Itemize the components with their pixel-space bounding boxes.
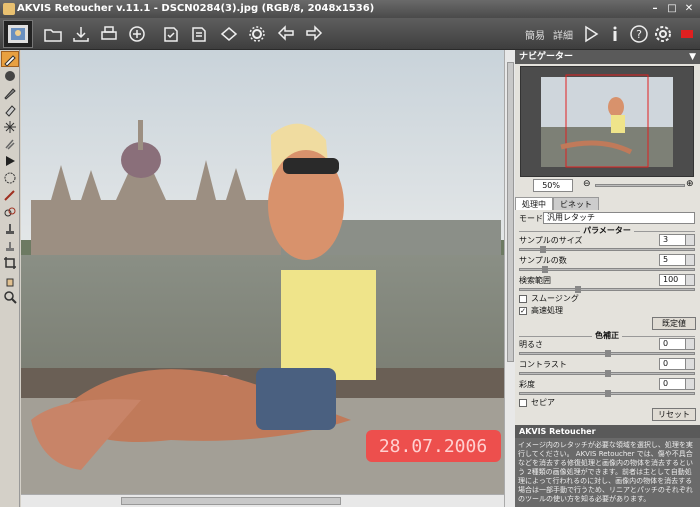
patch-icon[interactable] — [1, 170, 19, 186]
stamp-icon[interactable] — [1, 221, 19, 237]
sample-size-slider[interactable] — [519, 246, 695, 253]
zoom-slider[interactable] — [595, 184, 685, 187]
horizontal-scrollbar[interactable] — [21, 494, 504, 507]
mode-value: 汎用レタッチ — [547, 213, 595, 222]
image-canvas[interactable]: 28.07.2006 — [21, 50, 504, 494]
info-icon[interactable] — [604, 23, 626, 45]
search-range-slider[interactable] — [519, 286, 695, 293]
brightness-input[interactable]: 0 — [659, 338, 695, 350]
print-icon[interactable] — [98, 23, 120, 45]
navigator-title: ナビゲーター — [519, 52, 574, 62]
plugin-icon[interactable] — [218, 23, 240, 45]
mode-label: モード — [519, 214, 543, 223]
akvis-logo — [3, 20, 33, 48]
app-icon — [3, 3, 15, 15]
retouch-brush-icon[interactable] — [1, 51, 19, 67]
brightness-slider[interactable] — [519, 350, 695, 357]
horizontal-scroll-thumb[interactable] — [121, 497, 341, 505]
stamp2-icon[interactable] — [1, 238, 19, 254]
photo-image: 28.07.2006 — [21, 50, 504, 494]
clone-icon[interactable] — [1, 136, 19, 152]
zoom-out-icon[interactable]: ⊖ — [583, 179, 591, 189]
zoom-icon[interactable] — [1, 289, 19, 305]
smoothing-checkbox[interactable]: スムージング — [519, 293, 669, 305]
mode-simple-tab[interactable]: 簡易 — [525, 27, 545, 42]
default-button[interactable]: 既定値 — [652, 317, 696, 330]
redo-arrow-icon[interactable] — [302, 23, 324, 45]
tool-palette — [0, 50, 20, 507]
settings-panel: ナビゲーター ▼ 50% ⊖ ⊕ 処理中 ビネット モード 汎用レタッチ パラメー… — [515, 50, 700, 507]
tab-processing[interactable]: 処理中 — [515, 197, 553, 210]
navigator-header: ナビゲーター ▼ — [515, 50, 700, 64]
settings-gear-icon[interactable] — [246, 23, 268, 45]
saturation-slider[interactable] — [519, 390, 695, 397]
mode-row: モード 汎用レタッチ — [519, 212, 695, 225]
contrast-label: コントラスト — [519, 360, 567, 369]
sample-count-label: サンプルの数 — [519, 256, 567, 265]
tab-vignette[interactable]: ビネット — [553, 197, 599, 210]
collapse-icon[interactable]: ▼ — [689, 50, 696, 64]
navigator-preview[interactable] — [520, 66, 694, 177]
eraser-icon[interactable] — [1, 102, 19, 118]
run-tool-icon[interactable] — [1, 153, 19, 169]
search-range-label: 検索範囲 — [519, 276, 551, 285]
notify-icon[interactable] — [676, 23, 698, 45]
minimize-button[interactable]: – — [648, 2, 662, 15]
batch-icon[interactable] — [160, 23, 182, 45]
preferences-icon[interactable] — [652, 23, 674, 45]
share-icon[interactable] — [126, 23, 148, 45]
smart-tool-icon[interactable] — [1, 204, 19, 220]
title-bar: AKVIS Retoucher v.11.1 - DSCN0284(3).jpg… — [0, 0, 700, 18]
maximize-button[interactable]: □ — [665, 2, 679, 15]
sample-size-label: サンプルのサイズ — [519, 236, 583, 245]
reset-button[interactable]: リセット — [652, 408, 696, 421]
import-icon[interactable] — [188, 23, 210, 45]
zoom-select[interactable]: 50% — [533, 179, 573, 192]
saturation-label: 彩度 — [519, 380, 535, 389]
date-stamp: 28.07.2006 — [379, 436, 487, 457]
vertical-scrollbar[interactable] — [504, 50, 515, 507]
sample-count-slider[interactable] — [519, 266, 695, 273]
close-button[interactable]: ✕ — [682, 2, 696, 15]
fast-processing-checkbox[interactable]: ✓ 高速処理 — [519, 305, 669, 317]
chameleon-icon[interactable] — [1, 187, 19, 203]
sample-size-input[interactable]: 3 — [659, 234, 695, 246]
zoom-row: 50% ⊖ ⊕ — [515, 179, 700, 193]
sepia-checkbox[interactable]: セピア — [519, 397, 669, 409]
help-text: イメージ内のレタッチが必要な領域を選択し、処理を実行してください。 AKVIS … — [515, 438, 700, 507]
magic-wand-icon[interactable] — [1, 119, 19, 135]
save-icon[interactable] — [70, 23, 92, 45]
search-range-input[interactable]: 100 — [659, 274, 695, 286]
vertical-scroll-thumb[interactable] — [507, 62, 514, 362]
mode-select[interactable]: 汎用レタッチ — [543, 212, 695, 224]
sample-count-input[interactable]: 5 — [659, 254, 695, 266]
main-toolbar: 簡易 詳細 ? — [0, 18, 700, 50]
crop-icon[interactable] — [1, 255, 19, 271]
brightness-label: 明るさ — [519, 340, 543, 349]
hand-icon[interactable] — [1, 272, 19, 288]
saturation-input[interactable]: 0 — [659, 378, 695, 390]
zoom-in-icon[interactable]: ⊕ — [686, 179, 694, 189]
mode-detail-tab[interactable]: 詳細 — [553, 27, 573, 42]
run-icon[interactable] — [580, 23, 602, 45]
window-title: AKVIS Retoucher v.11.1 - DSCN0284(3).jpg… — [17, 3, 375, 14]
fill-icon[interactable] — [1, 68, 19, 84]
brush-icon[interactable] — [1, 85, 19, 101]
open-icon[interactable] — [42, 23, 64, 45]
help-title: AKVIS Retoucher — [515, 425, 700, 438]
undo-arrow-icon[interactable] — [276, 23, 298, 45]
contrast-slider[interactable] — [519, 370, 695, 377]
help-icon[interactable]: ? — [628, 23, 650, 45]
contrast-input[interactable]: 0 — [659, 358, 695, 370]
svg-text:?: ? — [636, 28, 642, 41]
